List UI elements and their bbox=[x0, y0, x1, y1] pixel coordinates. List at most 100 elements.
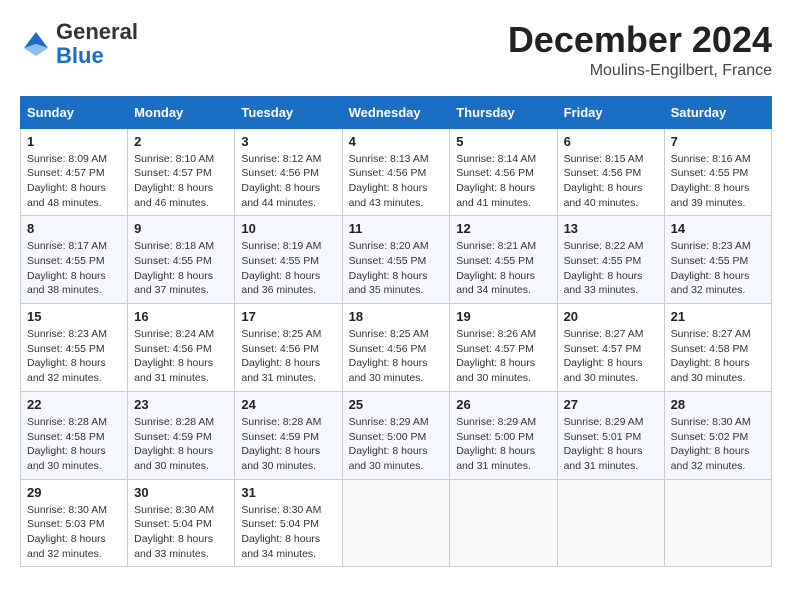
table-row: 17 Sunrise: 8:25 AMSunset: 4:56 PMDayligh… bbox=[235, 304, 342, 392]
day-info: Sunrise: 8:14 AMSunset: 4:56 PMDaylight:… bbox=[456, 152, 550, 211]
day-number: 2 bbox=[134, 134, 228, 149]
day-header-wednesday: Wednesday bbox=[342, 96, 450, 128]
table-row: 30Sunrise: 8:30 AMSunset: 5:04 PMDayligh… bbox=[128, 479, 235, 567]
table-row: 25 Sunrise: 8:29 AMSunset: 5:00 PMDayligh… bbox=[342, 391, 450, 479]
calendar-week-1: 1 Sunrise: 8:09 AMSunset: 4:57 PMDaylight… bbox=[21, 128, 772, 216]
day-info: Sunrise: 8:22 AMSunset: 4:55 PMDaylight:… bbox=[564, 239, 658, 298]
day-number: 1 bbox=[27, 134, 121, 149]
logo-icon bbox=[20, 28, 52, 60]
table-row: 29 Sunrise: 8:30 AMSunset: 5:03 PMDayligh… bbox=[21, 479, 128, 567]
day-number: 27 bbox=[564, 397, 658, 412]
day-number: 17 bbox=[241, 309, 335, 324]
day-number: 29 bbox=[27, 485, 121, 500]
table-row: 21 Sunrise: 8:27 AMSunset: 4:58 PMDayligh… bbox=[664, 304, 771, 392]
day-header-thursday: Thursday bbox=[450, 96, 557, 128]
day-info: Sunrise: 8:30 AMSunset: 5:04 PMDaylight:… bbox=[241, 503, 335, 562]
day-number: 21 bbox=[671, 309, 765, 324]
logo: General Blue bbox=[20, 20, 138, 68]
day-header-saturday: Saturday bbox=[664, 96, 771, 128]
table-row: 8 Sunrise: 8:17 AMSunset: 4:55 PMDaylight… bbox=[21, 216, 128, 304]
table-row: 23 Sunrise: 8:28 AMSunset: 4:59 PMDayligh… bbox=[128, 391, 235, 479]
title-area: December 2024 Moulins-Engilbert, France bbox=[508, 20, 772, 80]
day-number: 19 bbox=[456, 309, 550, 324]
calendar-week-3: 15 Sunrise: 8:23 AMSunset: 4:55 PMDayligh… bbox=[21, 304, 772, 392]
table-row: 16Sunrise: 8:24 AMSunset: 4:56 PMDayligh… bbox=[128, 304, 235, 392]
table-row: 14Sunrise: 8:23 AMSunset: 4:55 PMDayligh… bbox=[664, 216, 771, 304]
logo-blue: Blue bbox=[56, 43, 104, 68]
day-info: Sunrise: 8:28 AMSunset: 4:59 PMDaylight:… bbox=[134, 415, 228, 474]
day-header-sunday: Sunday bbox=[21, 96, 128, 128]
day-number: 31 bbox=[241, 485, 335, 500]
table-row: 18Sunrise: 8:25 AMSunset: 4:56 PMDayligh… bbox=[342, 304, 450, 392]
table-row: 4 Sunrise: 8:13 AMSunset: 4:56 PMDaylight… bbox=[342, 128, 450, 216]
day-info: Sunrise: 8:09 AMSunset: 4:57 PMDaylight:… bbox=[27, 152, 121, 211]
day-number: 12 bbox=[456, 221, 550, 236]
day-info: Sunrise: 8:10 AMSunset: 4:57 PMDaylight:… bbox=[134, 152, 228, 211]
table-row: 11Sunrise: 8:20 AMSunset: 4:55 PMDayligh… bbox=[342, 216, 450, 304]
calendar-week-2: 8 Sunrise: 8:17 AMSunset: 4:55 PMDaylight… bbox=[21, 216, 772, 304]
table-row: 5 Sunrise: 8:14 AMSunset: 4:56 PMDaylight… bbox=[450, 128, 557, 216]
day-number: 4 bbox=[349, 134, 444, 149]
day-info: Sunrise: 8:30 AMSunset: 5:03 PMDaylight:… bbox=[27, 503, 121, 562]
day-info: Sunrise: 8:17 AMSunset: 4:55 PMDaylight:… bbox=[27, 239, 121, 298]
table-row: 12 Sunrise: 8:21 AMSunset: 4:55 PMDayligh… bbox=[450, 216, 557, 304]
day-info: Sunrise: 8:12 AMSunset: 4:56 PMDaylight:… bbox=[241, 152, 335, 211]
table-row: 31 Sunrise: 8:30 AMSunset: 5:04 PMDayligh… bbox=[235, 479, 342, 567]
day-info: Sunrise: 8:29 AMSunset: 5:00 PMDaylight:… bbox=[456, 415, 550, 474]
day-info: Sunrise: 8:24 AMSunset: 4:56 PMDaylight:… bbox=[134, 327, 228, 386]
day-number: 8 bbox=[27, 221, 121, 236]
day-number: 20 bbox=[564, 309, 658, 324]
day-number: 18 bbox=[349, 309, 444, 324]
day-info: Sunrise: 8:21 AMSunset: 4:55 PMDaylight:… bbox=[456, 239, 550, 298]
day-info: Sunrise: 8:29 AMSunset: 5:00 PMDaylight:… bbox=[349, 415, 444, 474]
day-number: 9 bbox=[134, 221, 228, 236]
day-number: 6 bbox=[564, 134, 658, 149]
day-info: Sunrise: 8:27 AMSunset: 4:57 PMDaylight:… bbox=[564, 327, 658, 386]
table-row: 24 Sunrise: 8:28 AMSunset: 4:59 PMDayligh… bbox=[235, 391, 342, 479]
day-number: 24 bbox=[241, 397, 335, 412]
calendar-body: 1 Sunrise: 8:09 AMSunset: 4:57 PMDaylight… bbox=[21, 128, 772, 567]
day-info: Sunrise: 8:13 AMSunset: 4:56 PMDaylight:… bbox=[349, 152, 444, 211]
day-number: 11 bbox=[349, 221, 444, 236]
table-row: 22Sunrise: 8:28 AMSunset: 4:58 PMDayligh… bbox=[21, 391, 128, 479]
day-info: Sunrise: 8:26 AMSunset: 4:57 PMDaylight:… bbox=[456, 327, 550, 386]
day-number: 7 bbox=[671, 134, 765, 149]
day-number: 5 bbox=[456, 134, 550, 149]
table-row: 6 Sunrise: 8:15 AMSunset: 4:56 PMDaylight… bbox=[557, 128, 664, 216]
table-row bbox=[450, 479, 557, 567]
calendar-week-5: 29 Sunrise: 8:30 AMSunset: 5:03 PMDayligh… bbox=[21, 479, 772, 567]
table-row: 20 Sunrise: 8:27 AMSunset: 4:57 PMDayligh… bbox=[557, 304, 664, 392]
day-number: 10 bbox=[241, 221, 335, 236]
day-info: Sunrise: 8:19 AMSunset: 4:55 PMDaylight:… bbox=[241, 239, 335, 298]
calendar-table: SundayMondayTuesdayWednesdayThursdayFrid… bbox=[20, 96, 772, 568]
day-info: Sunrise: 8:23 AMSunset: 4:55 PMDaylight:… bbox=[27, 327, 121, 386]
day-info: Sunrise: 8:27 AMSunset: 4:58 PMDaylight:… bbox=[671, 327, 765, 386]
day-number: 14 bbox=[671, 221, 765, 236]
day-number: 23 bbox=[134, 397, 228, 412]
day-info: Sunrise: 8:28 AMSunset: 4:59 PMDaylight:… bbox=[241, 415, 335, 474]
table-row: 10 Sunrise: 8:19 AMSunset: 4:55 PMDayligh… bbox=[235, 216, 342, 304]
table-row: 3Sunrise: 8:12 AMSunset: 4:56 PMDaylight… bbox=[235, 128, 342, 216]
day-number: 13 bbox=[564, 221, 658, 236]
day-number: 25 bbox=[349, 397, 444, 412]
calendar-week-4: 22Sunrise: 8:28 AMSunset: 4:58 PMDayligh… bbox=[21, 391, 772, 479]
day-info: Sunrise: 8:18 AMSunset: 4:55 PMDaylight:… bbox=[134, 239, 228, 298]
day-info: Sunrise: 8:25 AMSunset: 4:56 PMDaylight:… bbox=[241, 327, 335, 386]
table-row bbox=[664, 479, 771, 567]
table-row: 1 Sunrise: 8:09 AMSunset: 4:57 PMDaylight… bbox=[21, 128, 128, 216]
day-info: Sunrise: 8:15 AMSunset: 4:56 PMDaylight:… bbox=[564, 152, 658, 211]
day-info: Sunrise: 8:30 AMSunset: 5:04 PMDaylight:… bbox=[134, 503, 228, 562]
table-row: 26Sunrise: 8:29 AMSunset: 5:00 PMDayligh… bbox=[450, 391, 557, 479]
table-row: 28Sunrise: 8:30 AMSunset: 5:02 PMDayligh… bbox=[664, 391, 771, 479]
day-info: Sunrise: 8:30 AMSunset: 5:02 PMDaylight:… bbox=[671, 415, 765, 474]
table-row: 15 Sunrise: 8:23 AMSunset: 4:55 PMDayligh… bbox=[21, 304, 128, 392]
day-number: 15 bbox=[27, 309, 121, 324]
day-header-row: SundayMondayTuesdayWednesdayThursdayFrid… bbox=[21, 96, 772, 128]
day-header-tuesday: Tuesday bbox=[235, 96, 342, 128]
month-title: December 2024 bbox=[508, 20, 772, 60]
day-info: Sunrise: 8:16 AMSunset: 4:55 PMDaylight:… bbox=[671, 152, 765, 211]
table-row bbox=[342, 479, 450, 567]
table-row bbox=[557, 479, 664, 567]
day-info: Sunrise: 8:29 AMSunset: 5:01 PMDaylight:… bbox=[564, 415, 658, 474]
table-row: 7 Sunrise: 8:16 AMSunset: 4:55 PMDaylight… bbox=[664, 128, 771, 216]
